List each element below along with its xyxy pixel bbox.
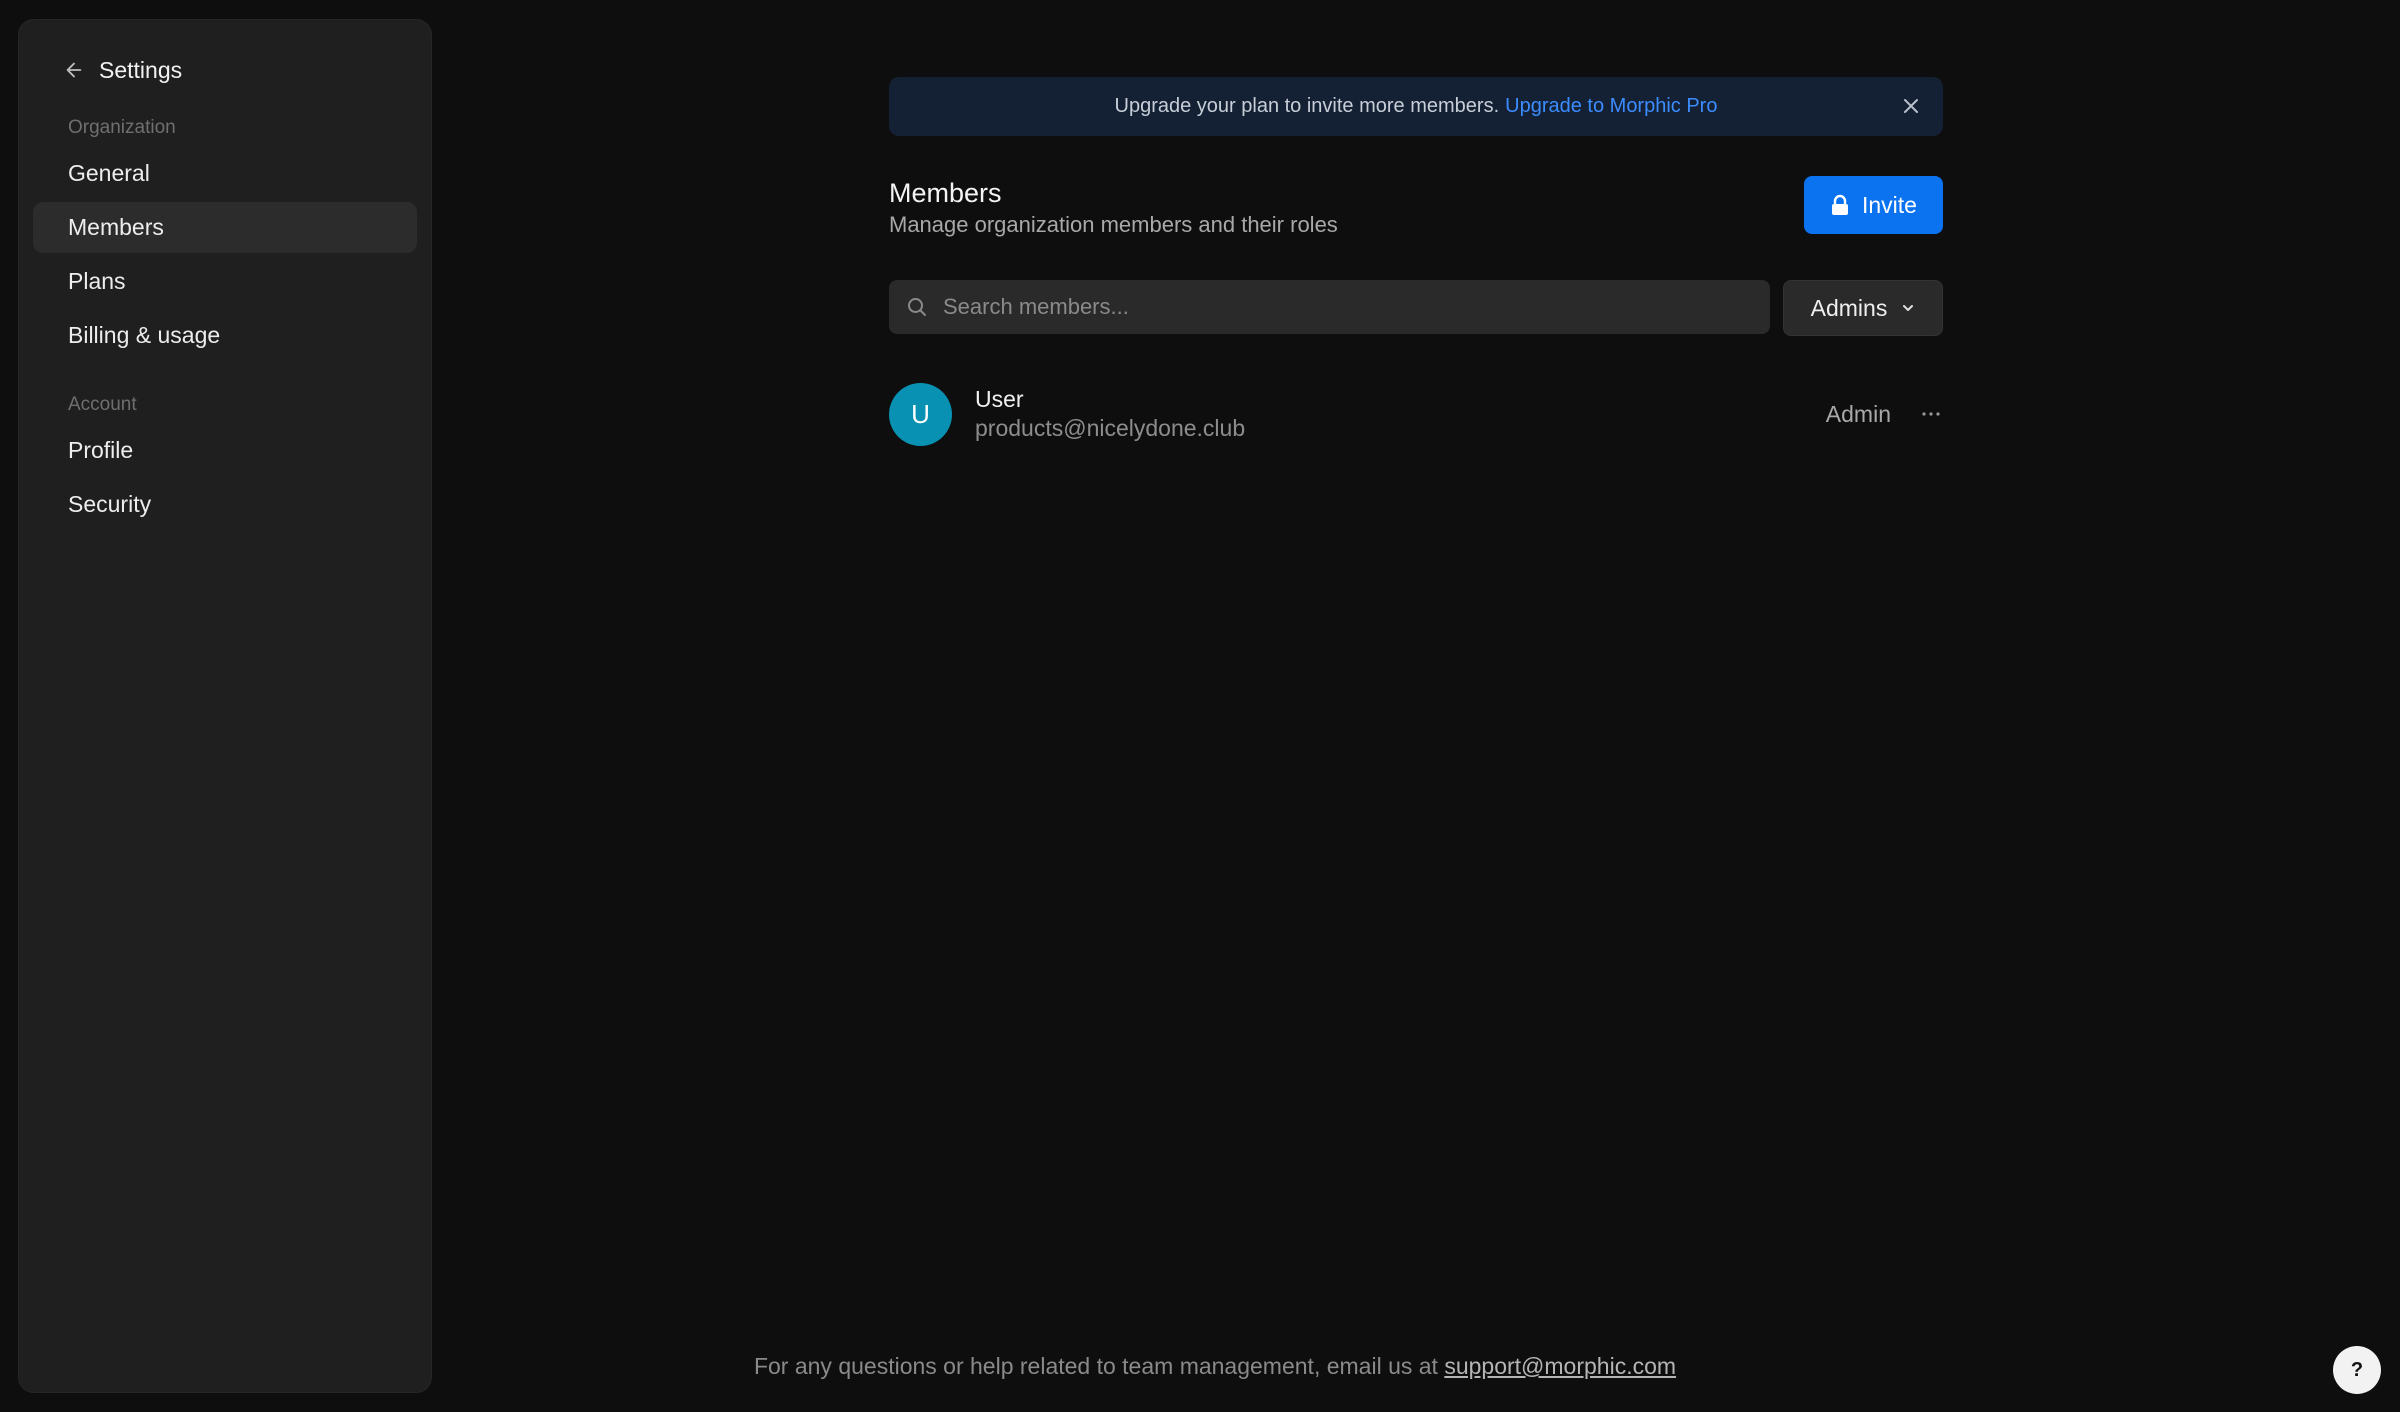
upgrade-link[interactable]: Upgrade to Morphic Pro	[1505, 95, 1717, 118]
invite-button[interactable]: Invite	[1804, 176, 1943, 234]
back-to-settings[interactable]: Settings	[33, 42, 417, 98]
arrow-left-icon	[66, 62, 82, 78]
upgrade-banner: Upgrade your plan to invite more members…	[889, 77, 1943, 136]
help-button[interactable]: ?	[2333, 1346, 2381, 1394]
member-row: U User products@nicelydone.club Admin	[889, 382, 1943, 446]
chevron-down-icon	[1903, 305, 1914, 311]
role-filter-value: Admins	[1810, 294, 1888, 321]
page-title: Members	[889, 178, 1002, 208]
avatar: U	[889, 382, 952, 446]
upgrade-banner-text: Upgrade your plan to invite more members…	[1114, 95, 1500, 117]
section-label-organization: Organization	[68, 117, 176, 138]
invite-button-label: Invite	[1862, 191, 1917, 218]
sidebar-item-members[interactable]: Members	[33, 202, 417, 253]
search-icon	[908, 298, 926, 316]
sidebar-item-security[interactable]: Security	[33, 479, 417, 530]
page-subtitle: Manage organization members and their ro…	[889, 212, 1338, 237]
sidebar-item-general[interactable]: General	[33, 148, 417, 199]
search-box	[889, 280, 1770, 334]
sidebar-item-plans[interactable]: Plans	[33, 256, 417, 307]
member-actions-button[interactable]	[1919, 402, 1943, 426]
role-filter-dropdown[interactable]: Admins	[1783, 280, 1943, 336]
help-footer: For any questions or help related to tea…	[0, 1353, 2400, 1380]
member-email: products@nicelydone.club	[975, 415, 1246, 441]
close-icon[interactable]	[1899, 94, 1923, 118]
support-email-link[interactable]: support@morphic.com	[1444, 1353, 1676, 1379]
footer-text: For any questions or help related to tea…	[753, 1353, 1438, 1379]
member-name: User	[975, 386, 1024, 412]
sidebar-item-billing[interactable]: Billing & usage	[33, 310, 417, 361]
settings-sidebar: Settings Organization General Members Pl…	[18, 19, 432, 1393]
lock-icon	[1832, 194, 1848, 215]
member-info: User products@nicelydone.club	[975, 385, 1826, 443]
member-role: Admin	[1825, 400, 1891, 427]
sidebar-title: Settings	[99, 56, 183, 83]
section-label-account: Account	[68, 394, 137, 415]
members-header: Members Manage organization members and …	[889, 176, 1943, 240]
more-horizontal-icon	[1922, 412, 1940, 416]
search-input[interactable]	[943, 294, 1770, 320]
members-page: Upgrade your plan to invite more members…	[889, 77, 1943, 446]
sidebar-item-profile[interactable]: Profile	[33, 425, 417, 476]
members-toolbar: Admins	[889, 280, 1943, 336]
